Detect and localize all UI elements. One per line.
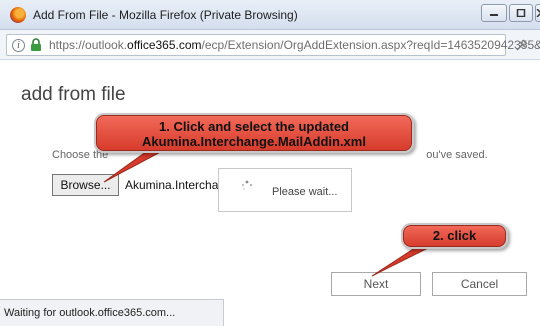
callout-select-file: 1. Click and select the updated Akumina.…: [94, 113, 414, 153]
status-text: Waiting for outlook.office365.com...: [4, 307, 176, 319]
callout-2-arrow: [371, 245, 433, 277]
status-bar: Waiting for outlook.office365.com...: [0, 299, 224, 326]
callout-1-arrow: [103, 148, 167, 183]
callout-click-next: 2. click: [401, 223, 508, 249]
callout-1-line-2: Akumina.Interchange.MailAddin.xml: [142, 134, 366, 149]
callout-1-line-1: 1. Click and select the updated: [159, 119, 349, 134]
annotation-arrows: [103, 148, 433, 277]
